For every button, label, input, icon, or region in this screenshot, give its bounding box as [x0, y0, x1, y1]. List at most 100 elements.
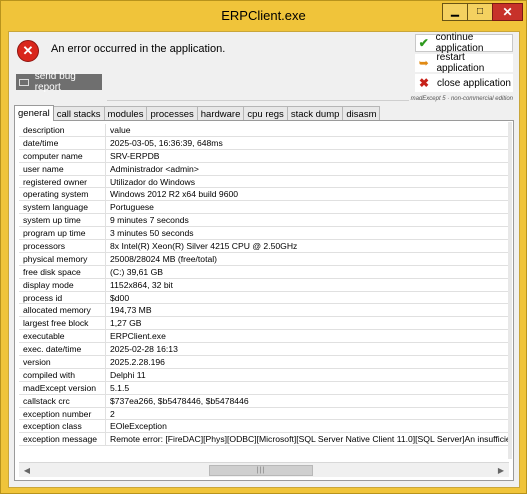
- app-window: ERPClient.exe ▁ □ ✕ ✕ An error occurred …: [0, 0, 527, 494]
- send-bug-report-button[interactable]: send bug report: [16, 71, 102, 93]
- continue-application-label: continue application: [435, 32, 484, 54]
- row-label: operating system: [19, 188, 106, 201]
- table-row[interactable]: computer name SRV-ERPDB: [19, 149, 509, 163]
- row-value: 2: [110, 408, 115, 419]
- row-value: 9 minutes 7 seconds: [110, 215, 189, 226]
- tab-stack-dump[interactable]: stack dump: [286, 106, 344, 121]
- row-value: Portuguese: [110, 202, 154, 213]
- edition-divider: [107, 100, 409, 101]
- row-value: $737ea266, $b5478446, $b5478446: [110, 395, 249, 406]
- row-label: physical memory: [19, 252, 106, 265]
- column-header-value: value: [110, 125, 131, 135]
- row-value: Delphi 11: [110, 369, 146, 380]
- row-value: $d00: [110, 292, 130, 303]
- row-label: free disk space: [19, 265, 106, 278]
- minimize-button[interactable]: ▁: [442, 3, 468, 21]
- column-header-description: description: [19, 124, 106, 136]
- row-label: largest free block: [19, 317, 106, 330]
- scroll-track[interactable]: |||: [35, 463, 493, 478]
- row-value: 1,27 GB: [110, 318, 142, 329]
- row-label: computer name: [19, 149, 106, 162]
- table-row[interactable]: exec. date/time 2025-02-28 16:13: [19, 343, 509, 357]
- table-row[interactable]: callstack crc $737ea266, $b5478446, $b547…: [19, 394, 509, 408]
- tab-strip: general call stacks modules processes ha…: [14, 105, 381, 121]
- checkmark-icon: ✔: [418, 36, 429, 50]
- table-row[interactable]: physical memory 25008/28024 MB (free/tota…: [19, 252, 509, 266]
- table-row[interactable]: largest free block 1,27 GB: [19, 317, 509, 331]
- scroll-thumb[interactable]: |||: [209, 464, 313, 476]
- table-row[interactable]: exception class EOleException: [19, 420, 509, 434]
- row-label: exec. date/time: [19, 343, 106, 356]
- table-row[interactable]: operating system Windows 2012 R2 x64 buil…: [19, 188, 509, 202]
- row-label: display mode: [19, 278, 106, 291]
- tab-cpu-regs[interactable]: cpu regs: [243, 106, 288, 121]
- table-row[interactable]: date/time 2025-03-05, 16:36:39, 648ms: [19, 136, 509, 150]
- row-value: 3 minutes 50 seconds: [110, 228, 194, 239]
- maximize-icon: □: [476, 6, 484, 17]
- close-application-button[interactable]: ✖ close application: [415, 74, 513, 92]
- table-row[interactable]: system up time 9 minutes 7 seconds: [19, 214, 509, 228]
- close-window-button[interactable]: ✕: [492, 3, 523, 21]
- table-row[interactable]: exception message Remote error: [FireDAC]…: [19, 433, 509, 447]
- table-row[interactable]: user name Administrador <admin>: [19, 162, 509, 176]
- table-row[interactable]: program up time 3 minutes 50 seconds: [19, 227, 509, 241]
- row-label: program up time: [19, 227, 106, 240]
- table-header-row: description value: [19, 124, 509, 137]
- general-panel: description value date/time 2025-03-05, 1…: [14, 120, 514, 481]
- table-row[interactable]: allocated memory 194,73 MB: [19, 304, 509, 318]
- table-row[interactable]: registered owner Utilizador do Windows: [19, 175, 509, 189]
- row-value: SRV-ERPDB: [110, 150, 160, 161]
- maximize-button[interactable]: □: [467, 3, 493, 21]
- close-icon: ✕: [502, 5, 513, 19]
- row-value: 2025-03-05, 16:36:39, 648ms: [110, 137, 223, 148]
- table-row[interactable]: system language Portuguese: [19, 201, 509, 215]
- horizontal-scrollbar[interactable]: ◀ ||| ▶: [19, 462, 509, 477]
- table-row[interactable]: executable ERPClient.exe: [19, 330, 509, 344]
- row-label: process id: [19, 291, 106, 304]
- scroll-left-arrow-icon[interactable]: ◀: [19, 463, 35, 478]
- table-row[interactable]: free disk space (C:) 39,61 GB: [19, 265, 509, 279]
- table-row[interactable]: compiled with Delphi 11: [19, 368, 509, 382]
- info-grid[interactable]: description value date/time 2025-03-05, 1…: [19, 124, 509, 461]
- row-value: Remote error: [FireDAC][Phys][ODBC][Micr…: [110, 434, 509, 445]
- dialog-client: ✕ An error occurred in the application. …: [8, 31, 520, 488]
- row-label: processors: [19, 240, 106, 252]
- close-x-icon: ✖: [418, 76, 430, 90]
- tab-processes[interactable]: processes: [146, 106, 198, 121]
- table-row[interactable]: version 2025.2.28.196: [19, 356, 509, 369]
- tab-disasm[interactable]: disasm: [342, 106, 381, 121]
- continue-application-button[interactable]: ✔ continue application: [415, 32, 513, 54]
- table-row[interactable]: display mode 1152x864, 32 bit: [19, 278, 509, 292]
- title-bar[interactable]: ERPClient.exe ▁ □ ✕: [1, 1, 526, 31]
- row-label: date/time: [19, 136, 106, 149]
- row-value: 5.1.5: [110, 382, 130, 393]
- row-label: exception number: [19, 407, 106, 420]
- restart-application-button[interactable]: ➥ restart application: [415, 52, 513, 74]
- row-value: 1152x864, 32 bit: [110, 279, 173, 290]
- restart-arrow-icon: ➥: [418, 56, 429, 70]
- row-label: registered owner: [19, 175, 106, 188]
- error-message: An error occurred in the application.: [51, 43, 226, 55]
- row-value: Utilizador do Windows: [110, 176, 196, 187]
- row-label: user name: [19, 162, 106, 175]
- tab-modules[interactable]: modules: [103, 106, 148, 121]
- row-value: ERPClient.exe: [110, 331, 166, 342]
- row-label: callstack crc: [19, 394, 106, 407]
- tab-call-stacks[interactable]: call stacks: [52, 106, 105, 121]
- send-bug-report-label: send bug report: [34, 71, 76, 93]
- row-value: 8x Intel(R) Xeon(R) Silver 4215 CPU @ 2.…: [110, 241, 298, 252]
- scroll-right-arrow-icon[interactable]: ▶: [493, 463, 509, 478]
- vertical-scrollbar[interactable]: [508, 122, 512, 459]
- table-row[interactable]: madExcept version 5.1.5: [19, 381, 509, 395]
- restart-application-label: restart application: [436, 52, 485, 74]
- row-label: allocated memory: [19, 304, 106, 317]
- table-row[interactable]: processors 8x Intel(R) Xeon(R) Silver 421…: [19, 240, 509, 253]
- row-label: system up time: [19, 214, 106, 227]
- row-label: compiled with: [19, 368, 106, 381]
- tab-hardware[interactable]: hardware: [196, 106, 245, 121]
- table-row[interactable]: process id $d00: [19, 291, 509, 305]
- row-label: executable: [19, 330, 106, 343]
- tab-general[interactable]: general: [14, 105, 54, 121]
- table-row[interactable]: exception number 2: [19, 407, 509, 421]
- minimize-icon: ▁: [451, 6, 459, 17]
